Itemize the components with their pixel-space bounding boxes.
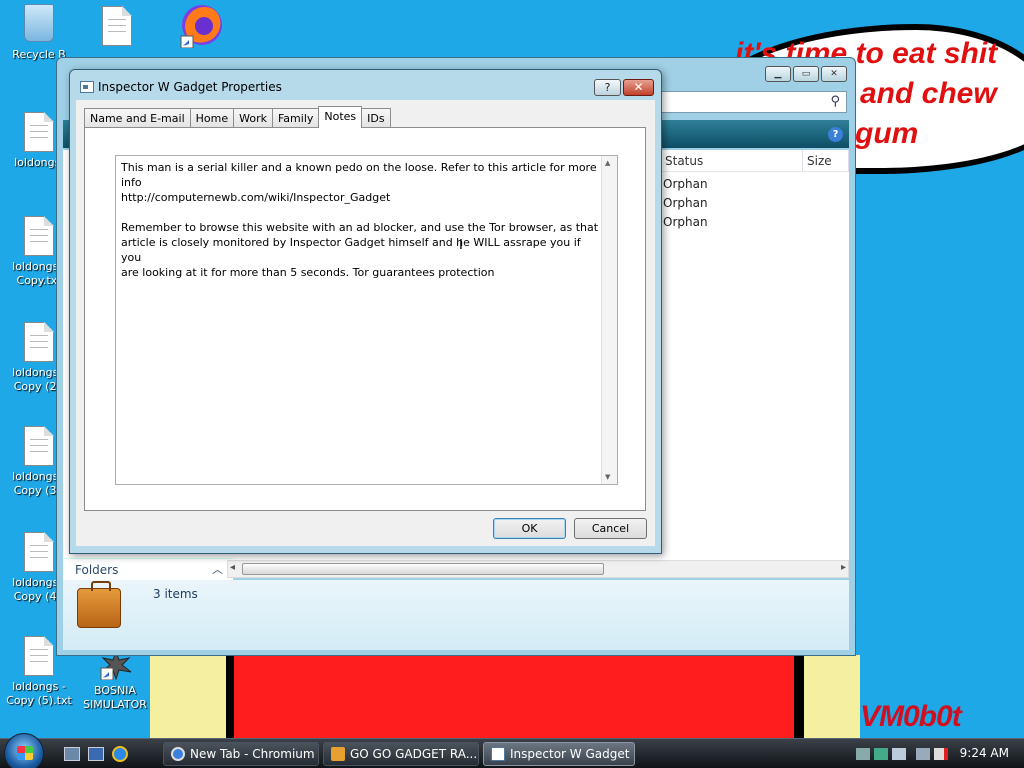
wallpaper-shape-right	[800, 655, 860, 745]
briefcase-icon	[77, 581, 121, 628]
folders-label: Folders	[75, 563, 119, 577]
text-cursor-icon: I	[459, 238, 463, 253]
taskbar: New Tab - Chromium GO GO GADGET RA... In…	[0, 733, 1024, 768]
windows-logo-icon	[17, 746, 33, 760]
maximize-button[interactable]: ▭	[793, 66, 819, 82]
text-file-icon	[23, 532, 55, 572]
taskbar-item-label: New Tab - Chromium	[190, 747, 315, 761]
wallpaper-red-shape	[228, 655, 800, 745]
dialog-body: Name and E-mail Home Work Family Notes I…	[76, 100, 655, 546]
window-controls: ▁ ▭ ✕	[765, 66, 847, 82]
system-tray: 9:24 AM	[844, 739, 1024, 768]
tab-home[interactable]: Home	[189, 108, 235, 128]
chevron-up-icon: ︿	[212, 563, 223, 576]
details-pane: 3 items	[63, 580, 849, 650]
internet-explorer-icon[interactable]	[112, 746, 128, 762]
row-status: Orphan	[663, 177, 708, 191]
taskbar-item-gadget[interactable]: GO GO GADGET RA...	[323, 742, 479, 766]
help-button[interactable]: ?	[594, 79, 621, 96]
folder-icon	[331, 747, 345, 761]
contact-card-icon	[80, 81, 94, 93]
scroll-left-icon[interactable]: ◂	[230, 562, 235, 573]
tray-app-icon[interactable]	[892, 748, 906, 760]
desktop-icon-firefox[interactable]	[160, 2, 230, 49]
text-file-icon	[23, 322, 55, 362]
tab-strip: Name and E-mail Home Work Family Notes I…	[84, 106, 391, 128]
text-file-icon	[23, 216, 55, 256]
text-file-icon	[23, 636, 55, 676]
scroll-down-icon[interactable]: ▼	[605, 473, 610, 481]
dialog-title: Inspector W Gadget Properties	[98, 80, 282, 94]
notes-line: Remember to browse this website with an …	[121, 221, 599, 234]
close-button[interactable]: ✕	[623, 79, 654, 96]
search-icon[interactable]: ⚲	[830, 94, 840, 109]
notes-line: are looking at it for more than 5 second…	[121, 266, 495, 279]
horizontal-scrollbar[interactable]: ◂ ▸	[227, 560, 849, 578]
scroll-right-icon[interactable]: ▸	[841, 562, 846, 573]
row-status: Orphan	[663, 196, 708, 210]
network-icon[interactable]	[856, 748, 870, 760]
notes-line: http://computernewb.com/wiki/Inspector_G…	[121, 191, 391, 204]
text-file-icon	[23, 112, 55, 152]
wallpaper-signature: VM0b0t	[860, 700, 962, 733]
contact-card-icon	[491, 747, 505, 761]
text-file-icon	[23, 426, 55, 466]
scroll-up-icon[interactable]: ▲	[605, 159, 610, 167]
desktop-icon-label: BOSNIA SIMULATOR	[83, 684, 147, 711]
row-status: Orphan	[663, 215, 708, 229]
tab-name-and-email[interactable]: Name and E-mail	[84, 108, 191, 128]
notes-content: This man is a serial killer and a known …	[121, 160, 599, 295]
chromium-icon	[171, 747, 185, 761]
notes-line: article is closely monitored by Inspecto…	[121, 236, 581, 264]
desktop-icon-bosnia-simulator[interactable]: BOSNIA SIMULATOR	[80, 650, 150, 712]
start-button[interactable]	[4, 733, 44, 768]
notes-textarea[interactable]: This man is a serial killer and a known …	[115, 155, 618, 485]
tab-ids[interactable]: IDs	[361, 108, 391, 128]
taskbar-item-chromium[interactable]: New Tab - Chromium	[163, 742, 319, 766]
cancel-button[interactable]: Cancel	[574, 518, 647, 539]
minimize-button[interactable]: ▁	[765, 66, 791, 82]
properties-dialog: Inspector W Gadget Properties ? ✕ Name a…	[69, 69, 662, 554]
items-count: 3 items	[153, 587, 198, 601]
clock[interactable]: 9:24 AM	[960, 746, 1009, 760]
desktop-icon-recycle-bin[interactable]: Recycle B	[4, 4, 74, 62]
close-button[interactable]: ✕	[821, 66, 847, 82]
firefox-icon	[179, 2, 222, 49]
taskbar-item-label: GO GO GADGET RA...	[350, 747, 478, 761]
sidebar-icon[interactable]	[874, 748, 888, 760]
text-file-icon	[101, 6, 133, 46]
help-icon[interactable]: ?	[828, 127, 843, 142]
ok-button[interactable]: OK	[493, 518, 566, 539]
vertical-scrollbar[interactable]: ▲ ▼	[601, 156, 617, 484]
show-desktop-icon[interactable]	[64, 747, 80, 761]
column-header-size[interactable]: Size	[803, 150, 849, 172]
notes-line: This man is a serial killer and a known …	[121, 161, 597, 189]
wallpaper-shape-left	[150, 655, 230, 745]
network-connection-icon[interactable]	[916, 748, 930, 760]
tab-work[interactable]: Work	[233, 108, 273, 128]
taskbar-item-label: Inspector W Gadget ...	[510, 747, 635, 761]
taskbar-item-inspector-gadget[interactable]: Inspector W Gadget ...	[483, 742, 635, 766]
recycle-bin-icon	[23, 4, 55, 44]
volume-muted-icon[interactable]	[934, 748, 948, 760]
tab-notes[interactable]: Notes	[318, 106, 363, 128]
switch-windows-icon[interactable]	[88, 747, 104, 761]
desktop-icon-file[interactable]	[82, 6, 152, 50]
folders-toggle[interactable]: Folders ︿	[63, 558, 233, 580]
column-header-status[interactable]: Status	[661, 150, 803, 172]
desktop-icon-label: loldongs - Copy (5).txt	[6, 680, 72, 707]
search-input[interactable]: ⚲	[657, 91, 847, 113]
tab-family[interactable]: Family	[271, 108, 320, 128]
scrollbar-thumb[interactable]	[242, 563, 604, 575]
notes-panel: This man is a serial killer and a known …	[84, 127, 646, 511]
